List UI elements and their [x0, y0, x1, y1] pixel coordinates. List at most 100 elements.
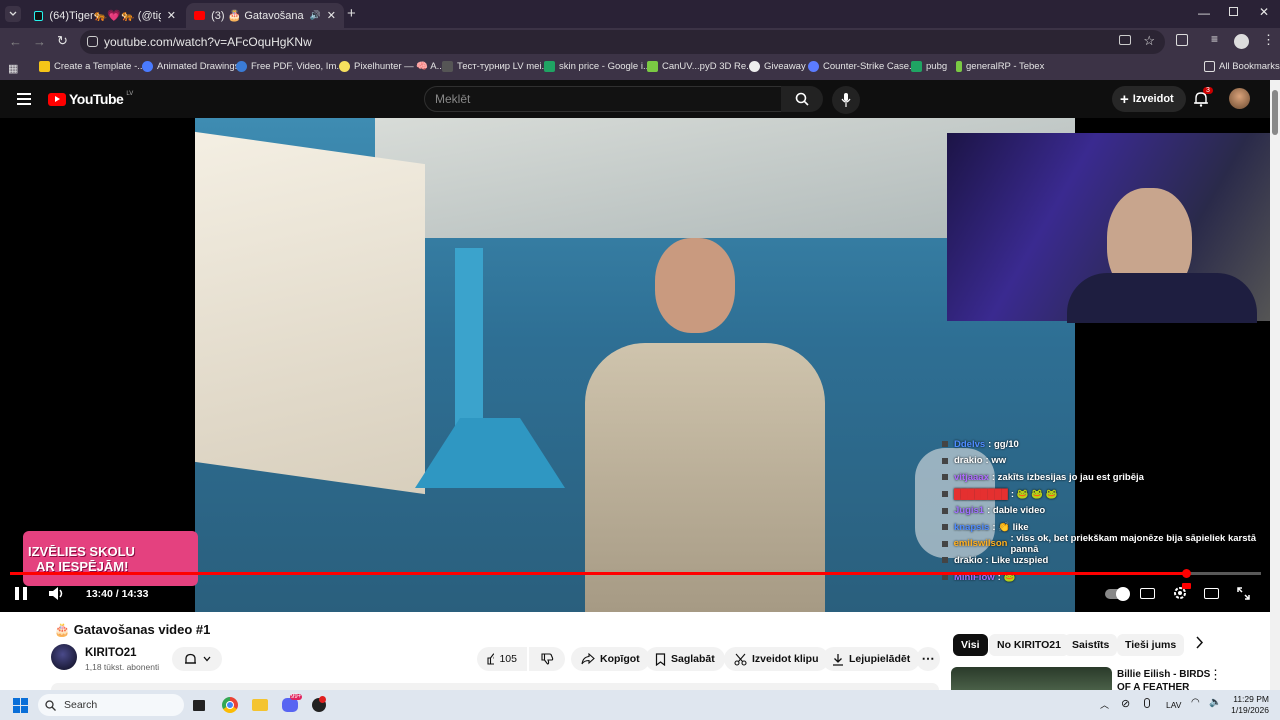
chat-badge-icon — [942, 524, 948, 531]
scrollbar-thumb[interactable] — [1272, 90, 1278, 135]
windows-start-icon[interactable] — [13, 698, 28, 713]
progress-knob[interactable] — [1181, 569, 1191, 578]
bookmark-item[interactable]: Create a Template -... — [39, 61, 145, 72]
new-tab-button[interactable]: + — [347, 5, 356, 22]
progress-bar[interactable] — [10, 569, 1261, 578]
tab-title: (3) 🎂 Gatavošanas video # — [211, 10, 304, 22]
forward-icon[interactable]: → — [33, 34, 46, 49]
close-window-button[interactable]: ✕ — [1259, 5, 1269, 19]
volume-icon — [49, 587, 63, 600]
discord-icon[interactable]: 99+ — [282, 694, 303, 712]
tab-youtube[interactable]: (3) 🎂 Gatavošanas video # 🔊 ✕ — [186, 3, 344, 28]
reload-icon[interactable]: ↻ — [57, 33, 68, 49]
voice-search-button[interactable] — [832, 86, 860, 114]
bookmark-item[interactable]: Тест-турнир LV mei... — [442, 61, 549, 72]
dislike-button[interactable] — [529, 647, 565, 671]
tab-search-button[interactable] — [5, 6, 21, 22]
chips-next-button[interactable] — [1195, 636, 1204, 649]
create-button[interactable]: + Izveidot — [1112, 86, 1186, 112]
close-icon[interactable]: ✕ — [327, 9, 336, 22]
settings-button[interactable] — [1172, 583, 1191, 601]
back-icon[interactable]: ← — [9, 34, 22, 49]
tab-tiktok[interactable]: (64)Tiger🐅💗🐅 (@tiger1398 ✕ — [26, 3, 184, 28]
discord-badge: 99+ — [290, 694, 303, 700]
profile-avatar[interactable] — [1234, 34, 1249, 49]
bookmark-label: Animated Drawings — [157, 61, 240, 72]
channel-name[interactable]: KIRITO21 — [85, 647, 137, 659]
bookmark-item[interactable]: generalRP - Tebex — [956, 61, 1044, 72]
theater-mode-button[interactable] — [1204, 588, 1219, 599]
speaker-icon[interactable]: 🔈 — [1209, 697, 1221, 708]
extensions-icon[interactable] — [1176, 34, 1188, 46]
download-button[interactable]: Lejupielādēt — [822, 647, 921, 671]
bookmark-item[interactable]: pubg — [911, 61, 947, 72]
bookmark-icon — [749, 61, 760, 72]
like-button[interactable]: 105 — [477, 647, 527, 671]
subtitles-button[interactable] — [1140, 588, 1155, 599]
task-view-icon[interactable] — [193, 700, 205, 711]
restore-button[interactable] — [1229, 7, 1238, 16]
media-control-icon[interactable]: ≡ — [1211, 32, 1218, 46]
youtube-logo[interactable]: YouTube LV — [48, 91, 133, 107]
autoplay-toggle[interactable] — [1105, 587, 1130, 601]
minimize-button[interactable]: — — [1198, 6, 1210, 20]
subscriber-count: 1,18 tūkst. abonenti — [85, 662, 160, 672]
pause-button[interactable] — [15, 587, 27, 600]
app-icon[interactable] — [312, 696, 326, 712]
save-button[interactable]: Saglabāt — [645, 647, 725, 671]
bookmark-item[interactable]: Free PDF, Video, Im... — [236, 61, 344, 72]
bookmark-item[interactable]: Pixelhunter — 🧠 A... — [339, 61, 445, 72]
apps-icon[interactable]: ▦ — [8, 62, 18, 75]
recommended-title: Billie Eilish - BIRDS — [1117, 669, 1211, 680]
url-field[interactable]: youtube.com/watch?v=AFcOquHgKNw ☆ — [80, 30, 1165, 54]
chat-text: : Like uzspied — [985, 554, 1049, 566]
speaker-icon[interactable]: 🔊 — [310, 10, 321, 21]
bookmark-item[interactable]: Counter-Strike Case... — [808, 61, 917, 72]
file-explorer-icon[interactable] — [252, 699, 268, 711]
chip-related[interactable]: Saistīts — [1064, 634, 1118, 656]
search-input[interactable]: Meklēt — [424, 86, 782, 112]
tray-chevron-icon[interactable]: ︿ — [1100, 698, 1109, 711]
avatar[interactable] — [1229, 88, 1250, 109]
hamburger-menu-icon[interactable] — [17, 93, 31, 105]
more-options-icon[interactable]: ⋮ — [1209, 667, 1222, 683]
description-box[interactable] — [51, 683, 939, 690]
chip-all[interactable]: Visi — [953, 634, 988, 656]
clip-button[interactable]: Izveidot klipu — [724, 647, 829, 671]
bookmark-item[interactable]: Animated Drawings — [142, 61, 239, 72]
taskbar-search[interactable]: Search — [38, 694, 184, 716]
chat-badge-icon — [942, 457, 948, 464]
site-info-icon[interactable] — [87, 36, 98, 47]
chrome-icon[interactable] — [222, 697, 238, 713]
recommended-video[interactable]: Billie Eilish - BIRDS OF A FEATHER ⋮ — [951, 667, 1222, 693]
language-indicator[interactable]: LAV — [1166, 700, 1181, 710]
bookmark-item[interactable]: Giveaway — [749, 61, 806, 72]
more-actions-button[interactable]: ⋯ — [916, 647, 940, 671]
close-icon[interactable]: ✕ — [167, 9, 176, 22]
wifi-icon[interactable]: ◠ — [1191, 697, 1200, 708]
volume-button[interactable] — [48, 586, 66, 601]
bookmark-item[interactable]: skin price - Google i... — [544, 61, 651, 72]
microphone-icon[interactable] — [1144, 698, 1150, 708]
chip-from-channel[interactable]: No KIRITO21 — [989, 634, 1069, 656]
fullscreen-button[interactable] — [1237, 587, 1250, 600]
star-icon[interactable]: ☆ — [1143, 33, 1155, 49]
subscribe-bell-button[interactable] — [172, 647, 222, 671]
page-scrollbar[interactable] — [1270, 80, 1280, 690]
channel-avatar[interactable] — [51, 644, 77, 670]
menu-icon[interactable]: ⋮ — [1262, 32, 1275, 48]
clock[interactable]: 11:29 PM 1/19/2026 — [1231, 694, 1269, 716]
cast-icon[interactable] — [1119, 35, 1131, 45]
tiktok-icon — [34, 10, 44, 21]
all-bookmarks[interactable]: All Bookmarks — [1204, 61, 1280, 72]
chat-badge-icon — [942, 507, 948, 514]
youtube-header: YouTube LV Meklēt + Izveidot 3 — [0, 80, 1280, 118]
share-button[interactable]: Kopīgot — [571, 647, 650, 671]
search-button[interactable] — [781, 86, 823, 112]
bookmark-item[interactable]: CanUV...pyD 3D Re... — [647, 61, 754, 72]
bookmark-label: Free PDF, Video, Im... — [251, 61, 345, 72]
network-off-icon[interactable]: ⊘ — [1121, 697, 1130, 710]
video-player[interactable]: Ddelvs: gg/10 drakio: ww vitjaaax: zakīts … — [0, 118, 1270, 612]
chip-for-you[interactable]: Tieši jums — [1117, 634, 1185, 656]
notifications-button[interactable]: 3 — [1193, 87, 1213, 107]
